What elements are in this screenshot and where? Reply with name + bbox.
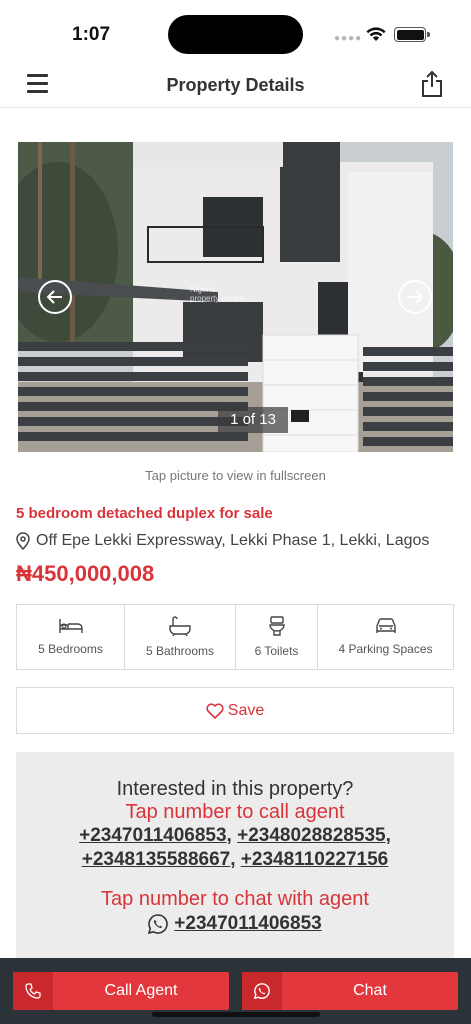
feature-parking: 4 Parking Spaces (318, 605, 453, 669)
property-title: 5 bedroom detached duplex for sale (16, 505, 273, 522)
arrow-left-icon (46, 290, 62, 304)
feature-bathrooms: 5 Bathrooms (125, 605, 236, 669)
battery-icon (394, 27, 430, 42)
status-time: 1:07 (72, 24, 111, 45)
photo-counter: 1 of 13 (218, 407, 288, 433)
dynamic-island (168, 15, 303, 54)
features-row: 5 Bedrooms 5 Bathrooms 6 Toilets 4 Parki… (16, 604, 454, 670)
property-photo[interactable]: Nigeria property centre 1 of 13 (18, 142, 453, 452)
car-icon (375, 618, 396, 633)
prev-photo-button[interactable] (38, 280, 72, 314)
contact-panel: Interested in this property? Tap number … (16, 752, 454, 962)
feature-toilets: 6 Toilets (236, 605, 318, 669)
phone-list: +2347011406853, +2348028828535, +2348135… (79, 825, 391, 870)
bathtub-icon (169, 616, 191, 636)
nav-bar: Property Details (0, 62, 471, 108)
watermark-line1: Nigeria (190, 285, 216, 294)
feature-label: 4 Parking Spaces (338, 642, 433, 656)
signal-icon: ●●●● (334, 33, 363, 44)
heart-icon (206, 702, 224, 719)
bed-icon (58, 619, 83, 633)
chat-label: Chat (353, 982, 387, 999)
whatsapp-link[interactable]: +2347011406853 (16, 913, 454, 935)
share-icon[interactable] (421, 70, 443, 98)
chat-hint: Tap number to chat with agent (101, 888, 369, 910)
phone-link[interactable]: +2348110227156 (241, 849, 388, 870)
property-price: ₦450,000,008 (16, 561, 155, 586)
call-hint: Tap number to call agent (125, 801, 345, 823)
phone-link[interactable]: +2348028828535 (237, 825, 385, 846)
status-bar: 1:07 ●●●● (0, 0, 471, 62)
save-button[interactable]: Save (16, 687, 454, 734)
call-agent-button[interactable]: Call Agent (13, 972, 229, 1010)
location-text: Off Epe Lekki Expressway, Lekki Phase 1,… (36, 532, 430, 549)
phone-icon (25, 983, 41, 999)
property-location: Off Epe Lekki Expressway, Lekki Phase 1,… (16, 532, 429, 550)
contact-question: Interested in this property? (116, 778, 354, 800)
save-label: Save (227, 701, 265, 719)
call-agent-label: Call Agent (104, 982, 178, 999)
whatsapp-icon (254, 983, 270, 999)
next-photo-button[interactable] (398, 280, 432, 314)
toilet-icon (268, 616, 285, 636)
fullscreen-hint: Tap picture to view in fullscreen (145, 468, 326, 483)
page-title: Property Details (166, 75, 305, 95)
feature-label: 5 Bedrooms (38, 642, 103, 656)
arrow-right-icon (408, 290, 424, 304)
whatsapp-number[interactable]: +2347011406853 (174, 913, 321, 935)
whatsapp-icon-box (242, 972, 282, 1010)
feature-label: 6 Toilets (254, 644, 299, 658)
location-pin-icon (16, 532, 30, 550)
phone-link[interactable]: +2347011406853 (79, 825, 226, 846)
whatsapp-icon (148, 914, 169, 934)
phone-icon-box (13, 972, 53, 1010)
home-indicator (152, 1012, 320, 1017)
wifi-icon (366, 27, 386, 41)
watermark-line2: property centre (190, 294, 244, 303)
feature-label: 5 Bathrooms (145, 644, 215, 658)
feature-bedrooms: 5 Bedrooms (17, 605, 125, 669)
watermark-logo: Nigeria property centre (190, 285, 244, 303)
chat-button[interactable]: Chat (242, 972, 458, 1010)
phone-link[interactable]: +2348135588667 (82, 849, 230, 870)
